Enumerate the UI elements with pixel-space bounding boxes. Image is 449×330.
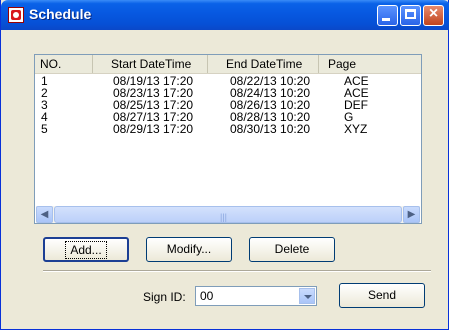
horizontal-scrollbar[interactable]: ◀ ||| ▶ xyxy=(36,206,420,223)
column-header-page[interactable]: Page xyxy=(319,55,421,73)
modify-button[interactable]: Modify... xyxy=(146,237,232,262)
send-button[interactable]: Send xyxy=(339,283,425,308)
column-header-start[interactable]: Start DateTime xyxy=(93,55,208,73)
list-header: NO. Start DateTime End DateTime Page xyxy=(35,55,421,74)
sign-id-label: Sign ID: xyxy=(143,290,186,304)
separator xyxy=(43,270,431,272)
delete-button[interactable]: Delete xyxy=(249,237,335,262)
add-button-label: Add... xyxy=(65,241,107,259)
grip-icon: ||| xyxy=(220,212,228,222)
cell-end: 08/30/13 10:20 xyxy=(230,122,311,136)
title-bar[interactable]: Schedule × xyxy=(1,0,449,30)
chevron-down-icon[interactable] xyxy=(299,288,315,304)
app-icon xyxy=(8,7,24,23)
table-row[interactable]: 3 08/25/13 17:20 08/26/13 10:20 DEF xyxy=(35,99,415,111)
cell-page: XYZ xyxy=(344,122,368,136)
close-button[interactable]: × xyxy=(423,5,444,26)
close-icon: × xyxy=(428,5,439,22)
table-row[interactable]: 5 08/29/13 17:20 08/30/13 10:20 XYZ xyxy=(35,123,415,135)
cell-no: 5 xyxy=(41,122,48,136)
sign-id-select[interactable]: 00 xyxy=(195,286,317,306)
window-title: Schedule xyxy=(29,6,92,22)
schedule-list[interactable]: NO. Start DateTime End DateTime Page 1 0… xyxy=(34,54,422,224)
maximize-button[interactable] xyxy=(400,5,421,26)
column-header-end[interactable]: End DateTime xyxy=(208,55,319,73)
scroll-left-button[interactable]: ◀ xyxy=(36,206,53,223)
add-button[interactable]: Add... xyxy=(43,237,129,262)
minimize-button[interactable] xyxy=(377,5,398,26)
cell-start: 08/29/13 17:20 xyxy=(113,122,194,136)
scroll-thumb[interactable]: ||| xyxy=(54,206,402,223)
sign-id-value: 00 xyxy=(200,289,214,303)
scroll-right-button[interactable]: ▶ xyxy=(403,206,420,223)
schedule-window: Schedule × NO. Start DateTime End DateTi… xyxy=(0,0,449,330)
column-header-no[interactable]: NO. xyxy=(35,55,93,73)
